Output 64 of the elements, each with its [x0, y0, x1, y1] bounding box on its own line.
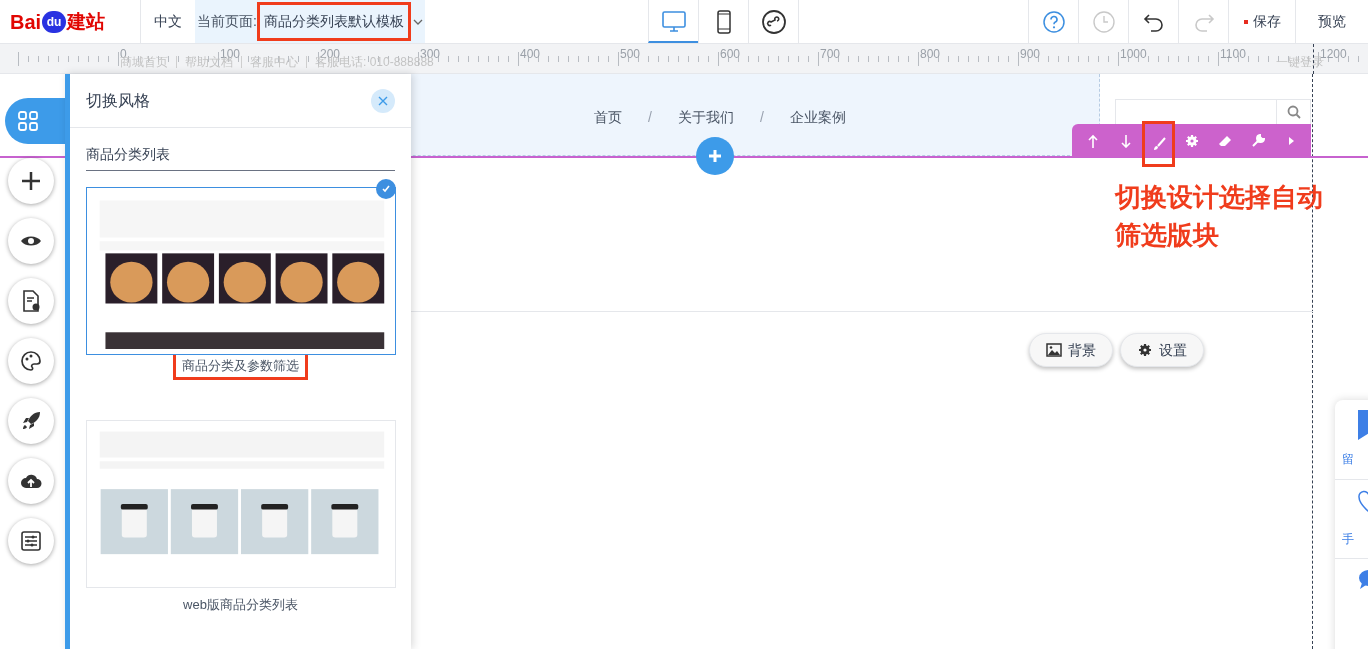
- contact-item[interactable]: 留: [1335, 400, 1368, 479]
- sidebar-tool-button[interactable]: [8, 158, 54, 204]
- close-button[interactable]: [371, 88, 395, 113]
- brush-icon: [1151, 137, 1166, 151]
- nav-link[interactable]: 关于我们: [677, 107, 734, 128]
- sidebar-tool-button[interactable]: [8, 398, 54, 444]
- page-selector[interactable]: 当前页面: 商品分类列表默认模板: [195, 0, 425, 43]
- template-name: web版商品分类列表: [182, 595, 299, 614]
- settings-icon: [1184, 133, 1199, 148]
- sidebar-tool-button[interactable]: [8, 278, 54, 324]
- save-button[interactable]: 保存: [1228, 0, 1295, 43]
- caret-icon: [412, 17, 423, 26]
- sidebar-tool-button[interactable]: [8, 338, 54, 384]
- nav-link[interactable]: 企业案例: [789, 107, 846, 128]
- toolbar-button[interactable]: [1142, 121, 1175, 167]
- rocket-icon: [20, 410, 42, 432]
- ruler-label: 700: [820, 48, 841, 60]
- ruler-label: 1200: [1320, 48, 1347, 60]
- sliders-icon: [20, 530, 42, 552]
- ruler-label: 500: [620, 48, 641, 60]
- nav-link[interactable]: 首页: [594, 107, 622, 128]
- down-arrow-icon: [1118, 133, 1133, 148]
- ruler-label: 0: [120, 48, 127, 60]
- annotation-text: 切换设计选择自动筛选版块: [1115, 181, 1324, 252]
- ruler-label: 400: [520, 48, 541, 60]
- preview-button[interactable]: 预览: [1295, 0, 1368, 43]
- search-field[interactable]: [1115, 99, 1311, 124]
- settings-icon: [1137, 343, 1153, 357]
- sidebar-tool-button[interactable]: [8, 518, 54, 564]
- logo-badge: du: [42, 10, 67, 33]
- category-heading: 商品分类列表: [86, 144, 395, 171]
- nav-separator: /: [759, 108, 764, 127]
- panel-title: 切换风格: [86, 90, 150, 111]
- logo-text: 建站: [67, 12, 106, 31]
- page-selector-label: 当前页面:: [197, 12, 257, 31]
- sidebar-tool-button[interactable]: [8, 218, 54, 264]
- section-button[interactable]: 背景: [1029, 333, 1113, 367]
- sidebar-tool-button[interactable]: [8, 458, 54, 504]
- nav-separator: /: [648, 108, 652, 127]
- close-icon: [378, 95, 388, 106]
- document-gear-icon: [20, 290, 42, 312]
- ruler-label: 1100: [1220, 48, 1246, 60]
- link-circle-icon: [760, 9, 787, 34]
- eraser-icon: [1217, 133, 1232, 148]
- wrench-icon: [1250, 133, 1265, 148]
- ruler-label: 600: [720, 48, 741, 60]
- current-page-name: 商品分类列表默认模板: [256, 2, 411, 41]
- plus-icon: [708, 149, 722, 163]
- image-icon: [1046, 343, 1062, 357]
- logo-text: Bai: [10, 11, 42, 32]
- palette-icon: [20, 350, 42, 372]
- grid-icon: [17, 110, 39, 132]
- contact-item[interactable]: 手: [1335, 479, 1368, 558]
- check-icon: [381, 184, 391, 194]
- add-section-button[interactable]: [696, 137, 734, 175]
- ruler-label: 900: [1020, 48, 1041, 60]
- help-icon: [1042, 10, 1065, 33]
- search-icon: [1286, 105, 1301, 119]
- ruler-label: 1000: [1120, 48, 1147, 60]
- desktop-icon: [660, 8, 687, 33]
- plus-icon: [20, 170, 42, 192]
- ruler-label: 800: [920, 48, 941, 60]
- clock-icon: [1092, 10, 1115, 33]
- section-button[interactable]: 设置: [1120, 333, 1204, 367]
